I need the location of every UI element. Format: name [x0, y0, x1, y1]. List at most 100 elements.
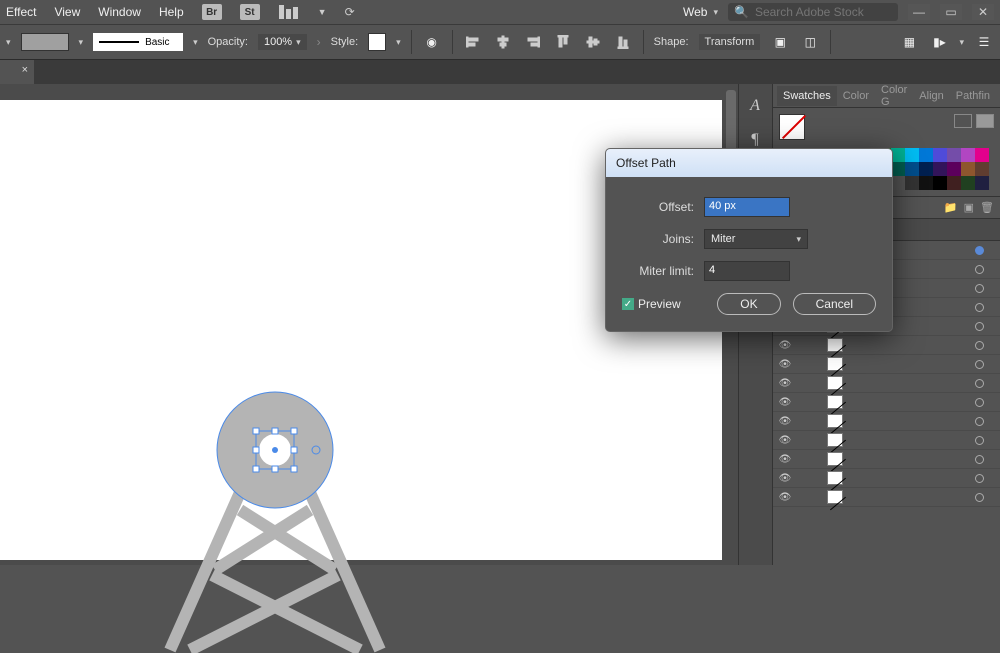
layer-row[interactable]: 👁	[773, 355, 1000, 374]
target-icon[interactable]	[970, 322, 988, 331]
layer-row[interactable]: 👁	[773, 412, 1000, 431]
layer-row[interactable]: 👁	[773, 469, 1000, 488]
visibility-icon[interactable]: 👁	[773, 492, 797, 503]
offset-input[interactable]	[704, 197, 790, 217]
maximize-button[interactable]: ▭	[940, 4, 962, 20]
arrange-docs-icon[interactable]	[278, 5, 300, 19]
fill-stroke-indicator[interactable]	[779, 114, 805, 140]
align-bottom-icon[interactable]	[613, 33, 633, 51]
swatch-cell[interactable]	[947, 176, 961, 190]
target-icon[interactable]	[970, 303, 988, 312]
swatch-cell[interactable]	[961, 148, 975, 162]
target-icon[interactable]	[970, 341, 988, 350]
cancel-button[interactable]: Cancel	[793, 293, 876, 315]
preview-checkbox[interactable]: ✓ Preview	[622, 297, 681, 311]
bridge-button[interactable]: Br	[202, 4, 222, 20]
prefs-icon[interactable]: ☰	[974, 33, 994, 51]
target-icon[interactable]	[970, 417, 988, 426]
target-icon[interactable]	[970, 398, 988, 407]
tab-color[interactable]: Color	[837, 86, 875, 106]
visibility-icon[interactable]: 👁	[773, 397, 797, 408]
layer-row[interactable]: 👁	[773, 393, 1000, 412]
layer-row[interactable]: 👁	[773, 336, 1000, 355]
layer-row[interactable]: 👁	[773, 374, 1000, 393]
stock-search-input[interactable]	[755, 5, 892, 19]
swatch-cell[interactable]	[947, 148, 961, 162]
swatch-cell[interactable]	[891, 176, 905, 190]
swatch-cell[interactable]	[975, 162, 989, 176]
snap-icon[interactable]: ▮▸	[929, 33, 949, 51]
swatch-cell[interactable]	[891, 162, 905, 176]
style-swatch[interactable]	[368, 33, 386, 51]
new-group-icon[interactable]: 📁	[944, 201, 958, 214]
align-top-icon[interactable]	[553, 33, 573, 51]
chevron-down-icon[interactable]: ▾	[959, 37, 964, 48]
target-icon[interactable]	[970, 455, 988, 464]
swatch-cell[interactable]	[947, 162, 961, 176]
swatch-cell[interactable]	[891, 148, 905, 162]
target-icon[interactable]	[970, 474, 988, 483]
stock-search[interactable]: 🔍	[728, 3, 898, 21]
target-icon[interactable]	[970, 360, 988, 369]
menu-window[interactable]: Window	[98, 5, 141, 19]
swatch-cell[interactable]	[975, 176, 989, 190]
swatch-cell[interactable]	[933, 176, 947, 190]
fill-swatch[interactable]	[21, 33, 69, 51]
visibility-icon[interactable]: 👁	[773, 416, 797, 427]
dialog-title[interactable]: Offset Path	[606, 149, 892, 177]
align-right-icon[interactable]	[523, 33, 543, 51]
transform-button[interactable]: Transform	[699, 34, 761, 50]
swatch-cell[interactable]	[933, 162, 947, 176]
layer-row[interactable]: 👁	[773, 488, 1000, 507]
visibility-icon[interactable]: 👁	[773, 340, 797, 351]
target-icon[interactable]	[970, 379, 988, 388]
edit-mask-icon[interactable]: ◫	[800, 33, 820, 51]
recolor-icon[interactable]: ◉	[422, 33, 442, 51]
target-icon[interactable]	[970, 246, 988, 255]
type-panel-icon[interactable]: A	[743, 94, 767, 118]
swatch-cell[interactable]	[905, 162, 919, 176]
document-tab[interactable]: ×	[0, 60, 34, 84]
offset-input-field[interactable]	[709, 200, 785, 212]
gpu-icon[interactable]: ⟳	[345, 5, 355, 19]
target-icon[interactable]	[970, 284, 988, 293]
swatch-cell[interactable]	[975, 148, 989, 162]
swatch-cell[interactable]	[905, 176, 919, 190]
target-icon[interactable]	[970, 436, 988, 445]
visibility-icon[interactable]: 👁	[773, 473, 797, 484]
stroke-profile[interactable]: Basic	[93, 33, 183, 51]
miter-input[interactable]	[704, 261, 790, 281]
swatch-cell[interactable]	[961, 176, 975, 190]
delete-swatch-icon[interactable]: 🗑	[980, 201, 994, 214]
swatch-cell[interactable]	[961, 162, 975, 176]
grid-icon[interactable]: ▦	[899, 33, 919, 51]
align-left-icon[interactable]	[463, 33, 483, 51]
swatch-cell[interactable]	[919, 162, 933, 176]
opacity-value[interactable]: 100%▾	[258, 34, 307, 50]
swatch-cell[interactable]	[919, 148, 933, 162]
tower-artwork[interactable]	[130, 350, 430, 650]
tab-swatches[interactable]: Swatches	[777, 86, 837, 106]
swatch-cell[interactable]	[933, 148, 947, 162]
menu-effect[interactable]: Effect	[6, 5, 36, 19]
target-icon[interactable]	[970, 493, 988, 502]
tab-pathfinder[interactable]: Pathfin	[950, 86, 996, 106]
stock-button[interactable]: St	[240, 4, 260, 20]
new-swatch-icon[interactable]: ▣	[964, 201, 974, 214]
close-button[interactable]: ✕	[972, 4, 994, 20]
ok-button[interactable]: OK	[717, 293, 780, 315]
align-hcenter-icon[interactable]	[493, 33, 513, 51]
chevron-down-icon[interactable]: ▾	[396, 37, 401, 48]
miter-input-field[interactable]	[709, 264, 785, 276]
layer-row[interactable]: 👁	[773, 431, 1000, 450]
chevron-down-icon[interactable]: ▾	[6, 37, 11, 48]
visibility-icon[interactable]: 👁	[773, 359, 797, 370]
swatch-cell[interactable]	[919, 176, 933, 190]
visibility-icon[interactable]: 👁	[773, 454, 797, 465]
tab-close-icon[interactable]: ×	[22, 64, 28, 76]
joins-select[interactable]: Miter ▾	[704, 229, 808, 249]
tab-colorguide[interactable]: Color G	[875, 80, 913, 112]
chevron-down-icon[interactable]: ▾	[79, 37, 84, 48]
menu-view[interactable]: View	[54, 5, 80, 19]
workspace-switcher[interactable]: Web ▾	[683, 5, 718, 19]
